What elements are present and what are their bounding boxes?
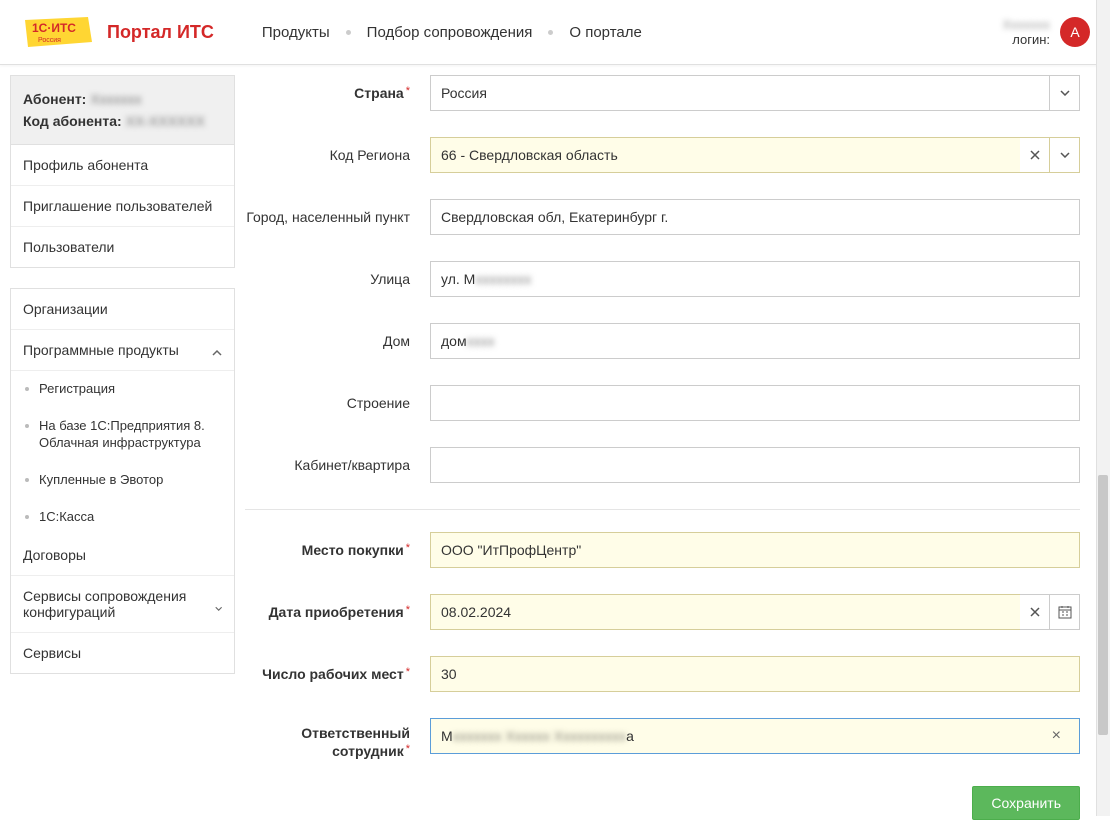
logo-area: 1С·ИТС Россия Портал ИТС bbox=[20, 12, 214, 52]
responsible-input[interactable]: Мxxxxxxx Xxxxxx Xxxxxxxxxxа × bbox=[430, 718, 1080, 754]
clear-icon[interactable] bbox=[1020, 137, 1050, 173]
sidebar-item-services2[interactable]: Сервисы bbox=[11, 633, 234, 673]
purchase-place-label: Место покупки bbox=[302, 542, 404, 558]
sidebar-item-orgs[interactable]: Организации bbox=[11, 289, 234, 330]
divider bbox=[245, 509, 1080, 510]
form-content: Страна* Россия Код Региона 66 - Свердлов… bbox=[245, 75, 1100, 820]
sidebar-item-users[interactable]: Пользователи bbox=[11, 227, 234, 267]
portal-title: Портал ИТС bbox=[107, 22, 214, 43]
sidebar-item-services[interactable]: Сервисы сопровождения конфигураций bbox=[11, 576, 234, 633]
login-label: логин: bbox=[1002, 32, 1050, 47]
sidebar-menu-2: Организации Программные продукты Регистр… bbox=[10, 288, 235, 674]
chevron-down-icon[interactable] bbox=[1050, 137, 1080, 173]
abonent-code-label: Код абонента: bbox=[23, 113, 122, 129]
region-label: Код Региона bbox=[245, 146, 430, 164]
clear-icon[interactable]: × bbox=[1044, 727, 1069, 745]
purchase-place-input[interactable]: ООО "ИтПрофЦентр" bbox=[430, 532, 1080, 568]
sidebar-abonent-info: Абонент: Xxxxxxx Код абонента: XX-XXXXXX bbox=[10, 75, 235, 144]
svg-text:1С·ИТС: 1С·ИТС bbox=[32, 21, 76, 35]
sidebar-item-products-label: Программные продукты bbox=[23, 342, 179, 358]
scrollbar[interactable] bbox=[1096, 0, 1110, 816]
nav-products[interactable]: Продукты bbox=[254, 20, 338, 45]
street-input[interactable]: ул. Мxxxxxxxx bbox=[430, 261, 1080, 297]
sidebar-menu-1: Профиль абонента Приглашение пользовател… bbox=[10, 144, 235, 268]
main-nav: Продукты Подбор сопровождения О портале bbox=[254, 20, 650, 45]
sidebar-item-contracts[interactable]: Договоры bbox=[11, 535, 234, 576]
user-block: Xxxxxxx логин: A bbox=[1002, 17, 1090, 47]
calendar-icon[interactable] bbox=[1050, 594, 1080, 630]
chevron-down-icon bbox=[215, 599, 222, 609]
chevron-up-icon bbox=[212, 345, 222, 355]
purchase-date-label: Дата приобретения bbox=[269, 604, 404, 620]
workplaces-label: Число рабочих мест bbox=[262, 666, 404, 682]
abonent-label: Абонент: bbox=[23, 91, 86, 107]
abonent-value: Xxxxxxx bbox=[90, 91, 141, 107]
street-label: Улица bbox=[245, 270, 430, 288]
sidebar: Абонент: Xxxxxxx Код абонента: XX-XXXXXX… bbox=[10, 75, 235, 820]
nav-separator-icon bbox=[548, 30, 553, 35]
sidebar-subitem-kassa[interactable]: 1С:Касса bbox=[11, 499, 234, 536]
nav-separator-icon bbox=[346, 30, 351, 35]
country-value: Россия bbox=[441, 85, 487, 101]
sidebar-item-services-label: Сервисы сопровождения конфигураций bbox=[23, 588, 215, 620]
app-header: 1С·ИТС Россия Портал ИТС Продукты Подбор… bbox=[0, 0, 1110, 65]
clear-icon[interactable] bbox=[1020, 594, 1050, 630]
responsible-label: Ответственный сотрудник bbox=[301, 725, 410, 759]
country-select[interactable]: Россия bbox=[430, 75, 1080, 111]
logo-icon: 1С·ИТС Россия bbox=[20, 12, 95, 52]
purchase-date-input[interactable]: 08.02.2024 bbox=[430, 594, 1020, 630]
svg-text:Россия: Россия bbox=[38, 37, 61, 44]
user-name: Xxxxxxx bbox=[1002, 17, 1050, 32]
sidebar-item-invite[interactable]: Приглашение пользователей bbox=[11, 186, 234, 227]
abonent-code-value: XX-XXXXXX bbox=[126, 113, 205, 129]
sidebar-item-profile[interactable]: Профиль абонента bbox=[11, 145, 234, 186]
apt-label: Кабинет/квартира bbox=[245, 456, 430, 474]
house-input[interactable]: дом xxxx bbox=[430, 323, 1080, 359]
workplaces-input[interactable]: 30 bbox=[430, 656, 1080, 692]
city-input[interactable]: Свердловская обл, Екатеринбург г. bbox=[430, 199, 1080, 235]
house-label: Дом bbox=[245, 332, 430, 350]
save-button[interactable]: Сохранить bbox=[972, 786, 1080, 820]
sidebar-subitem-cloud[interactable]: На базе 1С:Предприятия 8. Облачная инфра… bbox=[11, 408, 234, 462]
avatar[interactable]: A bbox=[1060, 17, 1090, 47]
sidebar-subitem-registration[interactable]: Регистрация bbox=[11, 371, 234, 408]
nav-about[interactable]: О портале bbox=[561, 20, 649, 45]
city-label: Город, населенный пункт bbox=[245, 208, 430, 226]
region-input[interactable]: 66 - Свердловская область bbox=[430, 137, 1020, 173]
sidebar-subitem-evotor[interactable]: Купленные в Эвотор bbox=[11, 462, 234, 499]
apt-input[interactable] bbox=[430, 447, 1080, 483]
building-label: Строение bbox=[245, 394, 430, 412]
sidebar-item-products[interactable]: Программные продукты bbox=[11, 330, 234, 371]
scroll-thumb[interactable] bbox=[1098, 475, 1108, 735]
chevron-down-icon[interactable] bbox=[1049, 76, 1079, 110]
user-info: Xxxxxxx логин: bbox=[1002, 17, 1050, 47]
country-label: Страна bbox=[354, 85, 404, 101]
building-input[interactable] bbox=[430, 385, 1080, 421]
nav-support[interactable]: Подбор сопровождения bbox=[359, 20, 541, 45]
